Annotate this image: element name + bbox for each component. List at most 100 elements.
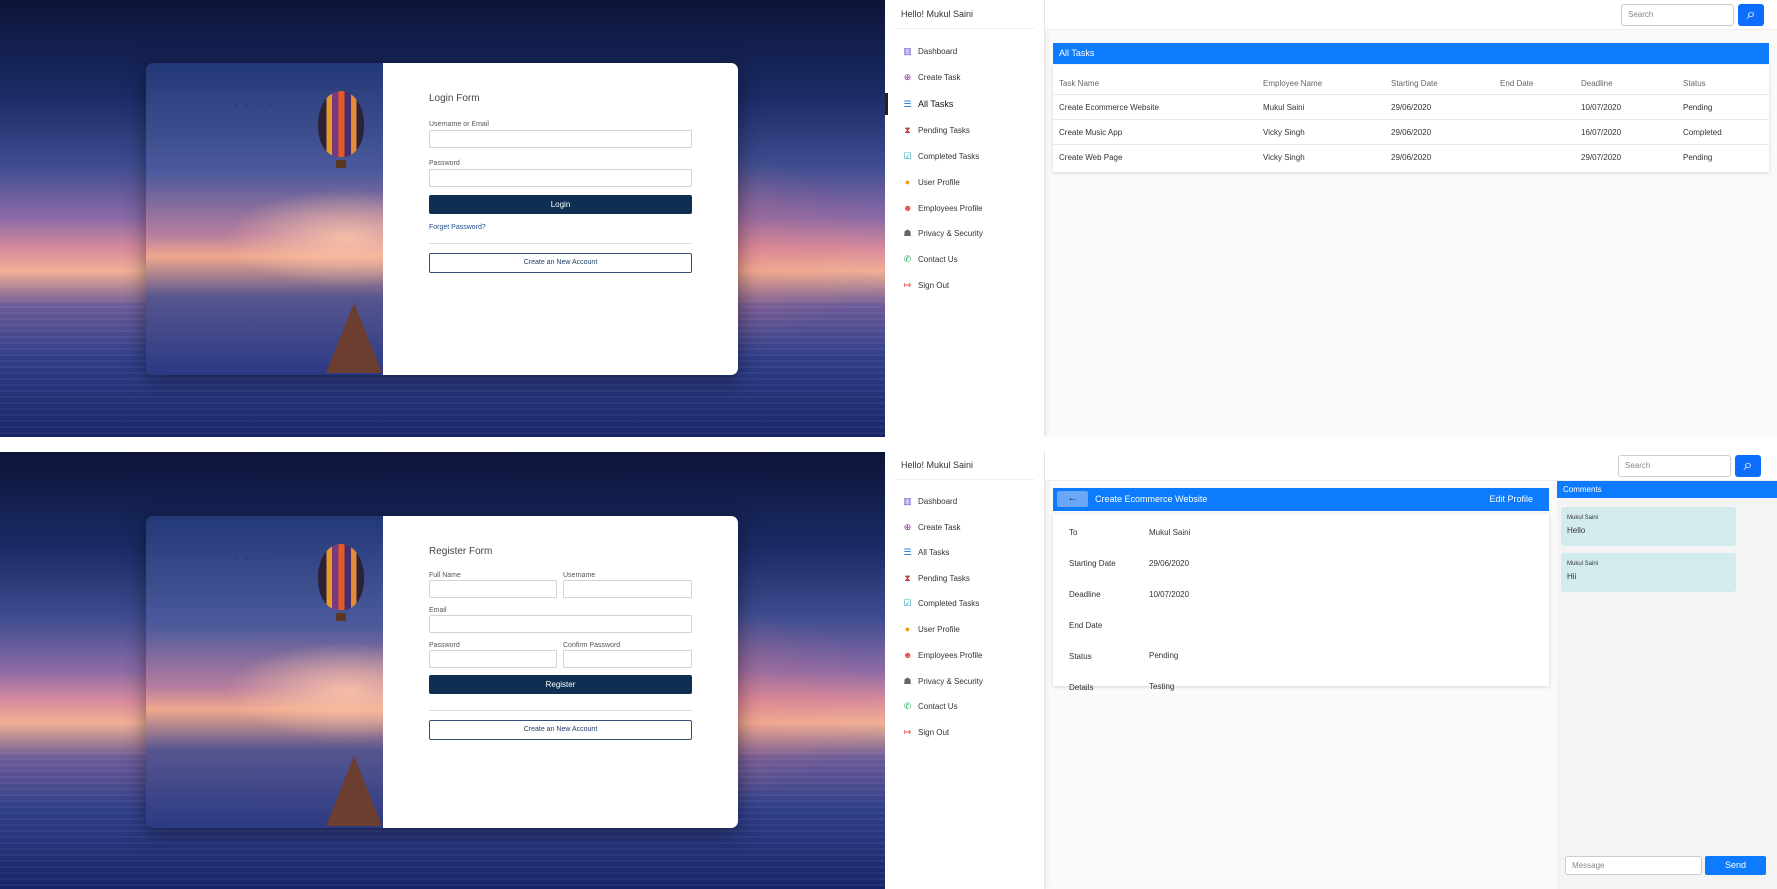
- username-label: Username or Email: [429, 121, 489, 128]
- fullname-input[interactable]: [429, 580, 557, 598]
- check-clipboard-icon: ☑: [903, 597, 912, 608]
- confirm-password-input[interactable]: [563, 650, 692, 668]
- register-form: Register Form Full Name Username Email P…: [383, 516, 738, 828]
- login-form: Login Form Username or Email Password Lo…: [383, 63, 738, 375]
- fullname-label: Full Name: [429, 572, 461, 579]
- dashboard-icon: ▥: [903, 45, 912, 56]
- tasks-table: Task Name Employee Name Starting Date En…: [1053, 65, 1769, 172]
- task-detail-screen: Hello! Mukul Saini ▥ Dashboard ⊕ Create Ta…: [885, 451, 1777, 889]
- sidebar-item-privacy-security[interactable]: ☗ Privacy & Security: [903, 225, 982, 241]
- login-screen: ˇ ˇ ˇ ˇ Login Form Username or Email Pas…: [0, 0, 885, 437]
- forgot-password-link[interactable]: Forget Password?: [429, 224, 486, 231]
- search-button[interactable]: ⌕: [1738, 4, 1764, 26]
- search-input[interactable]: Search: [1618, 455, 1731, 477]
- sidebar-item-contact-us[interactable]: ✆ Contact Us: [903, 251, 958, 267]
- email-input[interactable]: [429, 615, 692, 633]
- search-button[interactable]: ⌕: [1735, 455, 1761, 477]
- register-button[interactable]: Register: [429, 675, 692, 694]
- hot-air-balloon-image: [318, 544, 364, 610]
- sidebar-item-sign-out[interactable]: ↦ Sign Out: [903, 277, 949, 293]
- search-icon: ⌕: [1746, 6, 1756, 23]
- task-title: Create Ecommerce Website: [1095, 494, 1208, 504]
- password-input[interactable]: [429, 650, 557, 668]
- birds-image: ˇ ˇ ˇ ˇ: [234, 103, 275, 113]
- sidebar-item-pending-tasks[interactable]: ⧗ Pending Tasks: [903, 122, 970, 138]
- sidebar-item-contact-us[interactable]: ✆ Contact Us: [903, 698, 958, 714]
- island-image: [326, 756, 382, 826]
- email-label: Email: [429, 607, 447, 614]
- create-account-button[interactable]: Create an New Account: [429, 720, 692, 740]
- sidebar-item-all-tasks[interactable]: ☰ All Tasks: [903, 96, 953, 112]
- task-detail-header: ← Create Ecommerce Website Edit Profile: [1053, 488, 1549, 511]
- plus-circle-icon: ⊕: [903, 71, 912, 82]
- divider: [429, 710, 692, 711]
- password-label: Password: [429, 642, 460, 649]
- island-image: [326, 303, 382, 373]
- username-input[interactable]: [563, 580, 692, 598]
- login-card: ˇ ˇ ˇ ˇ Login Form Username or Email Pas…: [146, 63, 738, 375]
- sidebar-item-user-profile[interactable]: ● User Profile: [903, 621, 960, 637]
- sidebar-item-completed-tasks[interactable]: ☑ Completed Tasks: [903, 148, 979, 164]
- column-header: End Date: [1500, 79, 1534, 88]
- create-account-button[interactable]: Create an New Account: [429, 253, 692, 273]
- phone-icon: ✆: [903, 700, 912, 711]
- sidebar-item-completed-tasks[interactable]: ☑ Completed Tasks: [903, 595, 979, 611]
- sidebar-item-create-task[interactable]: ⊕ Create Task: [903, 69, 961, 85]
- sidebar-item-pending-tasks[interactable]: ⧗ Pending Tasks: [903, 570, 970, 586]
- comment-item: Mukul Saini Hello: [1561, 507, 1736, 546]
- send-button[interactable]: Send: [1705, 856, 1766, 875]
- sidebar-item-dashboard[interactable]: ▥ Dashboard: [903, 493, 957, 509]
- sidebar: Hello! Mukul Saini ▥ Dashboard ⊕ Create Ta…: [885, 0, 1045, 437]
- column-header: Status: [1683, 79, 1706, 88]
- sidebar-item-dashboard[interactable]: ▥ Dashboard: [903, 43, 957, 59]
- sidebar-item-employees-profile[interactable]: ☻ Employees Profile: [903, 647, 982, 663]
- card-image: ˇ ˇ ˇ ˇ: [146, 63, 383, 375]
- dashboard-icon: ▥: [903, 495, 912, 506]
- card-image: ˇ ˇ ˇ ˇ: [146, 516, 383, 828]
- sign-out-icon: ↦: [903, 279, 912, 290]
- column-header: Deadline: [1581, 79, 1613, 88]
- comments-header: Comments: [1557, 481, 1777, 498]
- username-input[interactable]: [429, 130, 692, 148]
- confirm-password-label: Confirm Password: [563, 642, 621, 649]
- task-detail-card: To Mukul Saini Starting Date 29/06/2020 …: [1053, 514, 1549, 692]
- message-input[interactable]: Message: [1565, 856, 1702, 875]
- active-indicator: [885, 93, 888, 115]
- user-icon: ●: [904, 623, 911, 634]
- search-input[interactable]: Search: [1621, 4, 1734, 26]
- sidebar-item-privacy-security[interactable]: ☗ Privacy & Security: [903, 673, 982, 689]
- column-header: Starting Date: [1391, 79, 1438, 88]
- user-greeting: Hello! Mukul Saini: [901, 460, 974, 470]
- back-arrow-icon: ←: [1067, 493, 1078, 504]
- sidebar-item-sign-out[interactable]: ↦ Sign Out: [903, 724, 949, 740]
- hot-air-balloon-image: [318, 91, 364, 157]
- hourglass-icon: ⧗: [904, 572, 911, 583]
- edit-profile-button[interactable]: Edit Profile: [1489, 494, 1533, 504]
- register-screen: ˇ ˇ ˇ ˇ Register Form Full Name Username…: [0, 452, 885, 889]
- all-tasks-screen: Hello! Mukul Saini ▥ Dashboard ⊕ Create Ta…: [885, 0, 1777, 437]
- sidebar-item-create-task[interactable]: ⊕ Create Task: [903, 519, 961, 535]
- list-icon: ☰: [903, 546, 912, 557]
- back-button[interactable]: ←: [1057, 491, 1088, 507]
- users-icon: ☻: [903, 202, 913, 213]
- user-greeting: Hello! Mukul Saini: [901, 9, 974, 19]
- password-input[interactable]: [429, 169, 692, 187]
- column-header: Task Name: [1059, 79, 1100, 88]
- column-header: Employee Name: [1263, 79, 1323, 88]
- users-icon: ☻: [903, 649, 913, 660]
- login-button[interactable]: Login: [429, 195, 692, 214]
- register-title: Register Form: [429, 546, 493, 557]
- sign-out-icon: ↦: [903, 726, 912, 737]
- plus-circle-icon: ⊕: [903, 521, 912, 532]
- register-card: ˇ ˇ ˇ ˇ Register Form Full Name Username…: [146, 516, 738, 828]
- check-clipboard-icon: ☑: [903, 150, 912, 161]
- sidebar-item-employees-profile[interactable]: ☻ Employees Profile: [903, 200, 982, 216]
- sidebar-item-user-profile[interactable]: ● User Profile: [903, 174, 960, 190]
- hourglass-icon: ⧗: [904, 124, 911, 135]
- sidebar: Hello! Mukul Saini ▥ Dashboard ⊕ Create Ta…: [885, 451, 1045, 889]
- search-icon: ⌕: [1743, 457, 1753, 474]
- sidebar-item-all-tasks[interactable]: ☰ All Tasks: [903, 544, 949, 560]
- birds-image: ˇ ˇ ˇ ˇ: [234, 556, 275, 566]
- comment-item: Mukul Saini Hii: [1561, 553, 1736, 592]
- phone-icon: ✆: [903, 253, 912, 264]
